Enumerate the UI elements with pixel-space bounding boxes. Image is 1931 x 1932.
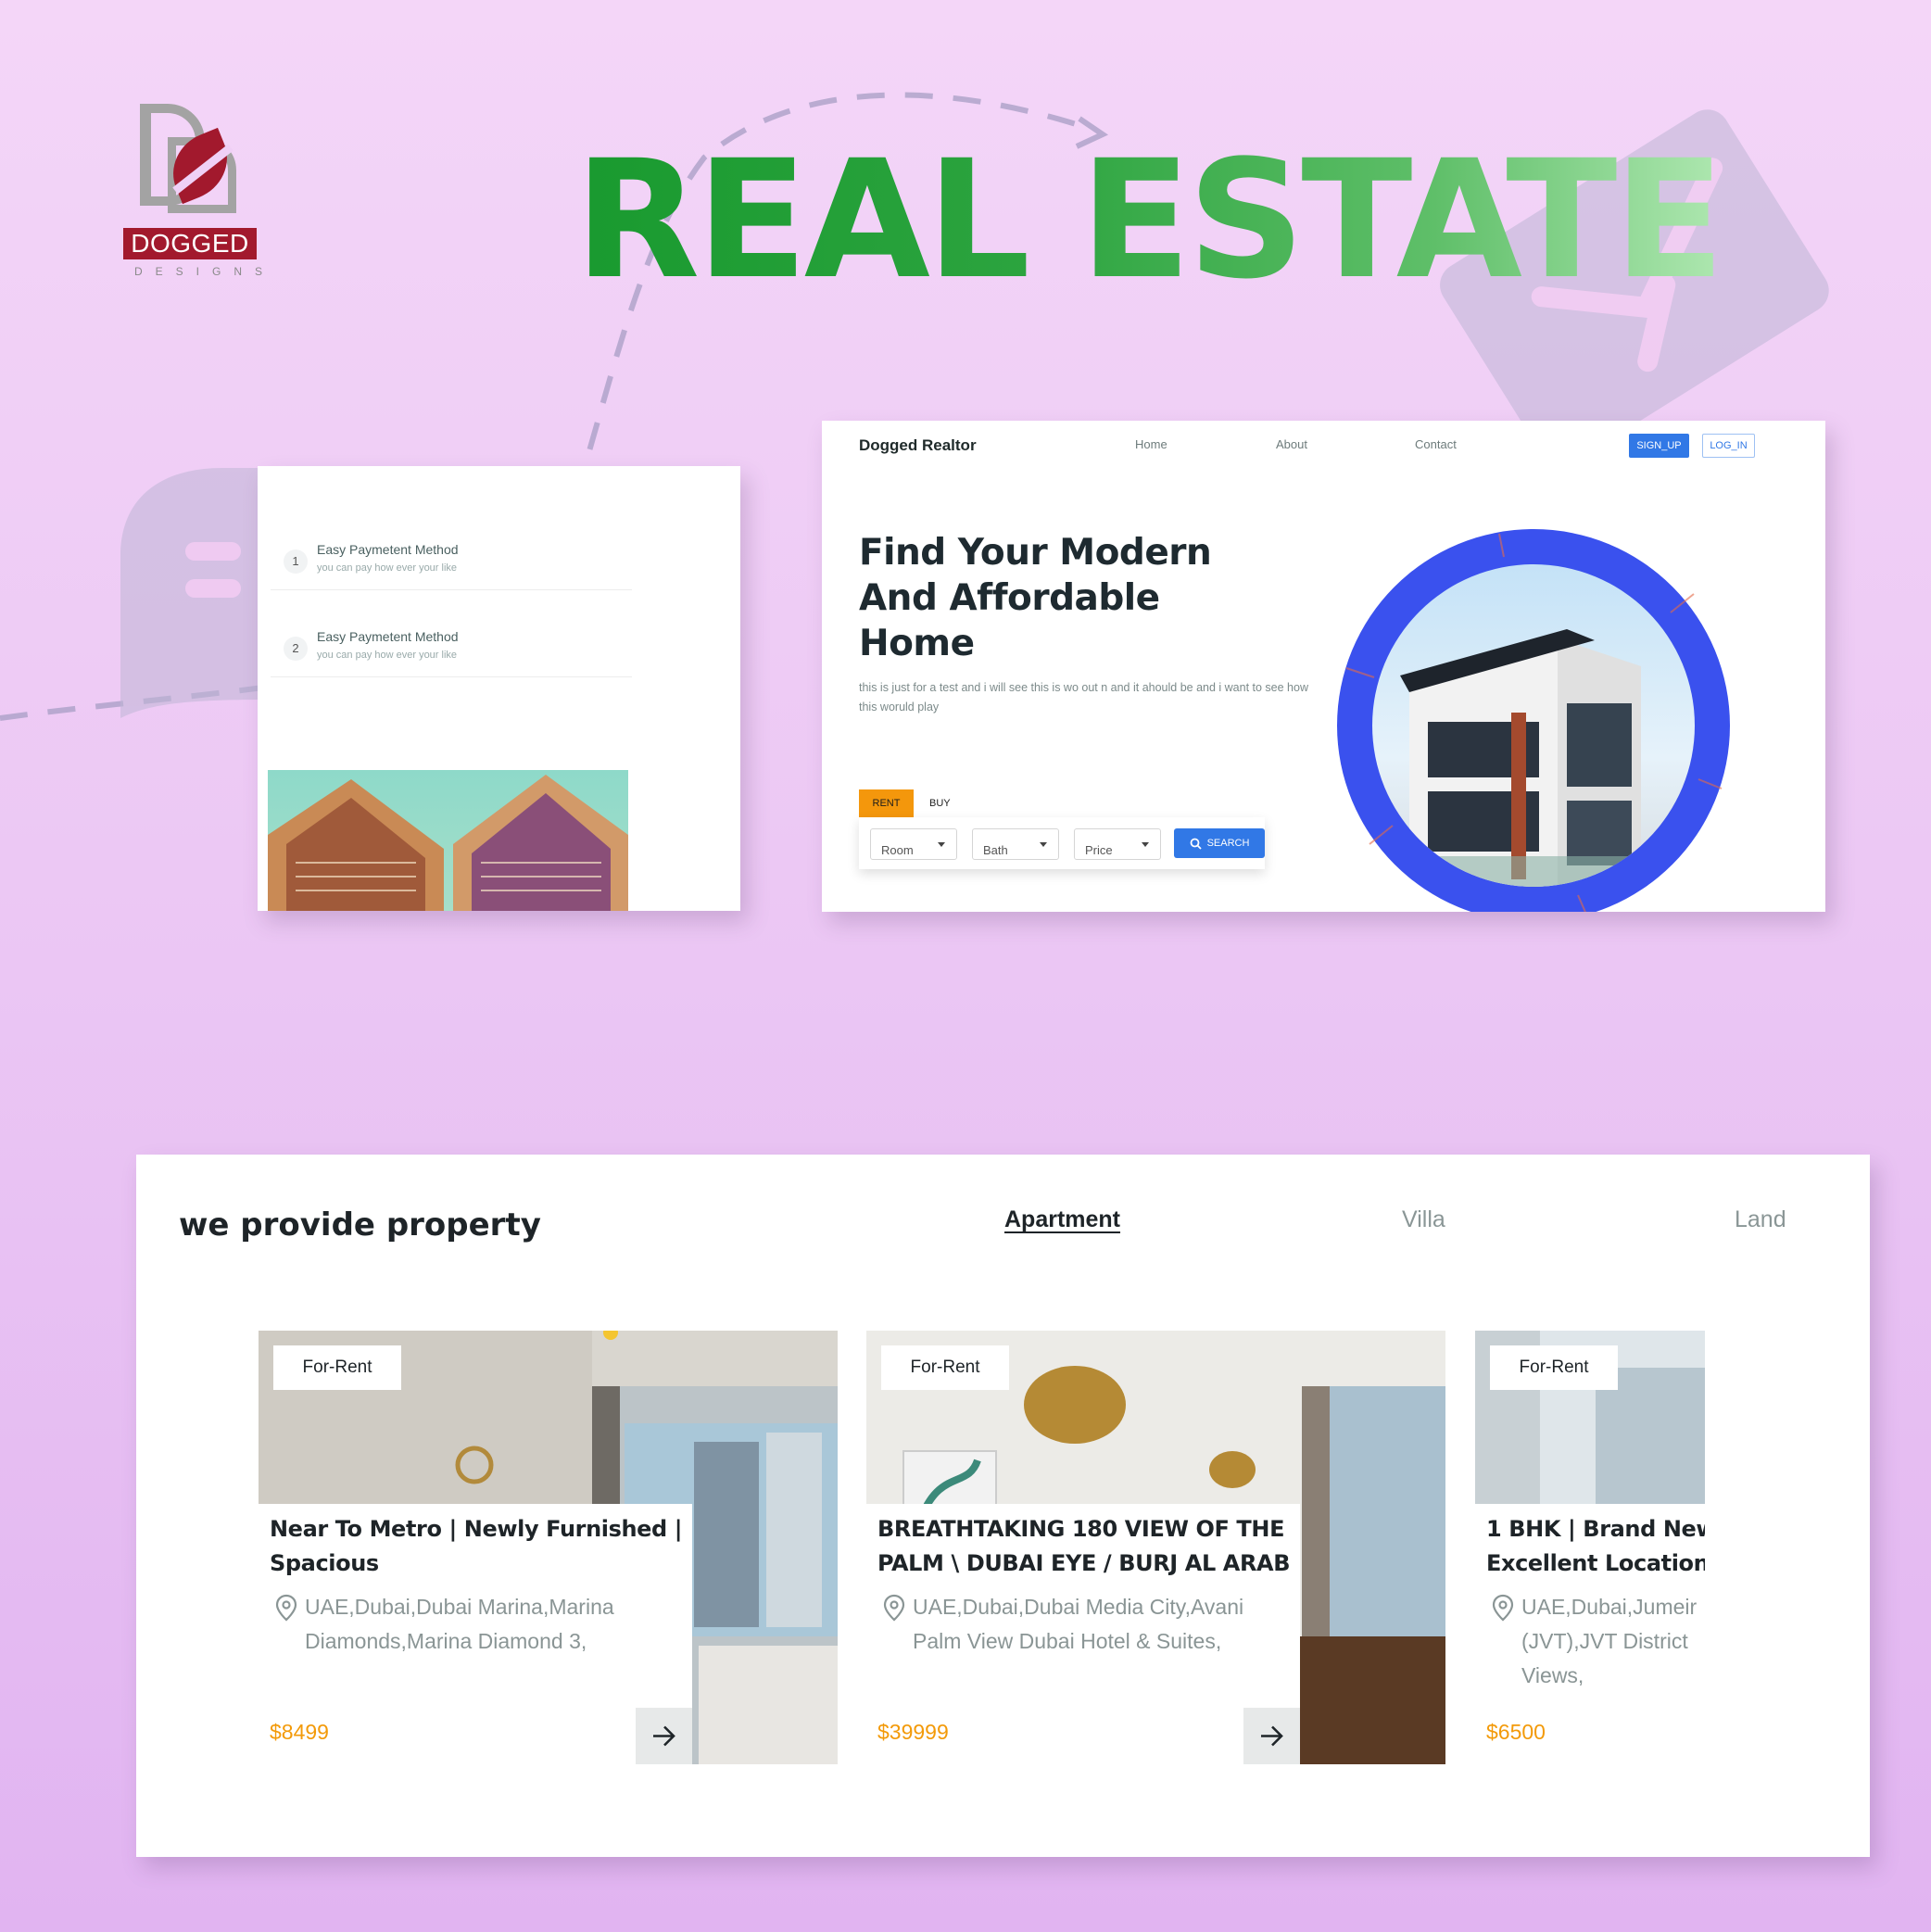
search-icon	[1190, 838, 1202, 850]
search-button[interactable]: SEARCH	[1174, 828, 1265, 858]
tab-apartment[interactable]: Apartment	[1004, 1206, 1120, 1233]
property-section: we provide property Apartment Villa Land…	[136, 1155, 1870, 1857]
feature-number: 1	[284, 549, 308, 574]
caret-down-icon	[938, 842, 945, 847]
property-price: $39999	[877, 1720, 949, 1744]
property-card[interactable]: For-Rent BREATHTAKING 180 VIEW OF THE PA…	[866, 1331, 1445, 1764]
hero-headline-line: Find Your Modern	[859, 532, 1212, 574]
property-card[interactable]: For-Rent Near To Metro | Newly Furnished…	[259, 1331, 838, 1764]
page-title: REAL ESTATE	[574, 125, 1725, 315]
hero-image-ring	[1337, 529, 1730, 912]
caret-down-icon	[1142, 842, 1149, 847]
property-price: $6500	[1486, 1720, 1546, 1744]
nav-home[interactable]: Home	[1135, 437, 1167, 451]
hero-headline: Find Your Modern And Affordable Home	[859, 530, 1248, 666]
for-rent-badge: For-Rent	[1490, 1345, 1618, 1390]
arrow-right-icon	[1261, 1725, 1283, 1747]
logo-wordmark: DOGGED	[123, 228, 257, 259]
property-location-line: UAE,Dubai,Dubai Marina,Marina	[305, 1595, 614, 1619]
logo-subtitle: DESIGNS	[134, 265, 276, 278]
property-title-line: BREATHTAKING 180 VIEW OF THE	[877, 1516, 1285, 1542]
property-price: $8499	[270, 1720, 329, 1744]
view-property-button[interactable]	[636, 1708, 692, 1764]
feature-item: 1 Easy Paymetent Method you can pay how …	[271, 531, 632, 590]
view-property-button[interactable]	[1243, 1708, 1300, 1764]
tab-land[interactable]: Land	[1735, 1206, 1786, 1233]
buy-tab[interactable]: BUY	[929, 789, 951, 817]
nav-contact[interactable]: Contact	[1415, 437, 1457, 451]
signup-button[interactable]: SIGN_UP	[1629, 434, 1689, 458]
property-location-line: (JVT),JVT District	[1521, 1629, 1688, 1653]
arrow-right-icon	[653, 1725, 675, 1747]
bath-select-label: Bath	[983, 843, 1008, 857]
dogged-logo-mark	[131, 100, 242, 221]
property-title-line: Excellent Location	[1486, 1550, 1705, 1576]
location-pin-icon	[275, 1594, 297, 1622]
rent-tab[interactable]: RENT	[859, 789, 914, 817]
feature-item: 2 Easy Paymetent Method you can pay how …	[271, 618, 632, 677]
feature-number: 2	[284, 637, 308, 661]
search-button-label: SEARCH	[1206, 838, 1250, 849]
property-location-line: UAE,Dubai,Dubai Media City,Avani	[913, 1595, 1244, 1619]
property-title-line: 1 BHK | Brand New Ap	[1486, 1516, 1705, 1542]
hero-description: this is just for a test and i will see t…	[859, 681, 1308, 713]
tab-villa[interactable]: Villa	[1402, 1206, 1445, 1233]
nav-about[interactable]: About	[1276, 437, 1307, 451]
property-location: UAE,Dubai,Dubai Media City,Avani Palm Vi…	[879, 1590, 1243, 1659]
feature-subtitle: you can pay how ever your like	[317, 562, 458, 574]
property-location-line: Diamonds,Marina Diamond 3,	[305, 1629, 587, 1653]
login-button[interactable]: LOG_IN	[1702, 434, 1755, 458]
buildings-photo	[268, 770, 628, 911]
hero-card: Dogged Realtor Home About Contact SIGN_U…	[822, 421, 1825, 912]
property-location: UAE,Dubai,Jumeir (JVT),JVT District View…	[1488, 1590, 1697, 1693]
property-title: BREATHTAKING 180 VIEW OF THE PALM \ DUBA…	[877, 1512, 1291, 1581]
location-pin-icon	[1492, 1594, 1514, 1622]
property-title-line: PALM \ DUBAI EYE / BURJ AL ARAB	[877, 1550, 1291, 1576]
property-title-line: Near To Metro | Newly Furnished |	[270, 1516, 683, 1542]
feature-title: Easy Paymetent Method	[317, 542, 459, 557]
property-location: UAE,Dubai,Dubai Marina,Marina Diamonds,M…	[271, 1590, 614, 1659]
property-title-line: Spacious	[270, 1550, 379, 1576]
nav-brand[interactable]: Dogged Realtor	[859, 436, 977, 455]
for-rent-badge: For-Rent	[881, 1345, 1009, 1390]
modern-house-photo	[1372, 564, 1695, 887]
search-box: Room Bath Price SEARCH	[859, 817, 1265, 869]
hero-headline-line: And Affordable	[859, 577, 1160, 619]
price-select-label: Price	[1085, 843, 1113, 857]
feature-subtitle: you can pay how ever your like	[317, 650, 458, 661]
bath-select[interactable]: Bath	[972, 828, 1059, 860]
price-select[interactable]: Price	[1074, 828, 1161, 860]
for-rent-badge: For-Rent	[273, 1345, 401, 1390]
property-location-line: Views,	[1521, 1663, 1584, 1687]
dogged-logo: DOGGED DESIGNS	[123, 100, 262, 278]
property-title: Near To Metro | Newly Furnished | Spacio…	[270, 1512, 683, 1581]
hero-headline-line: Home	[859, 623, 975, 664]
location-pin-icon	[883, 1594, 905, 1622]
property-title: 1 BHK | Brand New Ap Excellent Location	[1486, 1512, 1705, 1581]
property-location-line: UAE,Dubai,Jumeir	[1521, 1595, 1698, 1619]
property-card[interactable]: For-Rent 1 BHK | Brand New Ap Excellent …	[1475, 1331, 1705, 1764]
room-select[interactable]: Room	[870, 828, 957, 860]
property-section-title: we provide property	[179, 1206, 541, 1244]
caret-down-icon	[1040, 842, 1047, 847]
room-select-label: Room	[881, 843, 914, 857]
property-location-line: Palm View Dubai Hotel & Suites,	[913, 1629, 1222, 1653]
feature-title: Easy Paymetent Method	[317, 629, 459, 644]
features-card: 1 Easy Paymetent Method you can pay how …	[258, 466, 740, 911]
